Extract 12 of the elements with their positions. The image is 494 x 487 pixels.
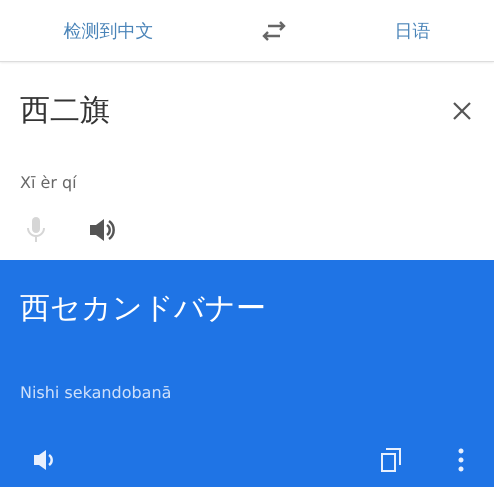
swap-icon[interactable] xyxy=(260,20,287,40)
romanization-text: Nishi sekandobanā xyxy=(20,383,172,402)
pinyin-text: Xī èr qí xyxy=(20,173,78,192)
source-language-button[interactable]: 检测到中文 xyxy=(64,18,154,42)
speaker-icon[interactable] xyxy=(32,448,56,472)
translation-text: 西セカンドバナー xyxy=(20,290,267,328)
target-language-button[interactable]: 日语 xyxy=(394,18,430,42)
speaker-icon[interactable] xyxy=(88,217,116,243)
more-icon[interactable] xyxy=(458,448,464,472)
close-icon[interactable] xyxy=(452,100,472,120)
input-text[interactable]: 西二旗 xyxy=(20,90,110,131)
copy-icon[interactable] xyxy=(380,448,402,472)
